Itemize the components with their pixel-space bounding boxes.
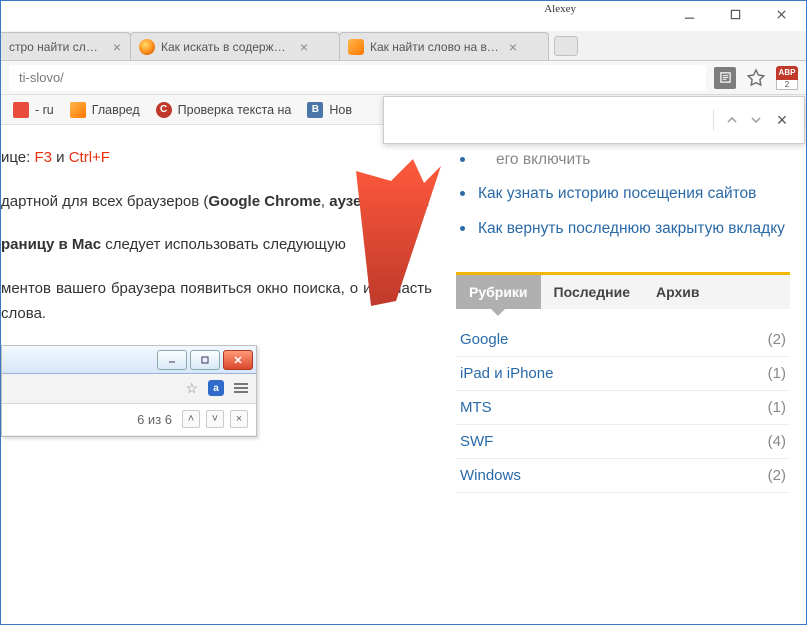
site-favicon — [348, 39, 364, 55]
sidebar-tab-archive[interactable]: Архив — [643, 275, 712, 309]
browser-tab[interactable]: стро найти сло… × — [1, 32, 131, 60]
category-list: Google (2) iPad и iPhone (1) MTS (1) SWF (4)… — [456, 309, 790, 493]
window-minimize-button[interactable] — [666, 1, 712, 27]
adblock-icon[interactable]: ABP 2 — [776, 66, 798, 90]
mini-star-icon: ☆ — [185, 380, 198, 397]
sidebar-tab-rubrics[interactable]: Рубрики — [456, 275, 541, 309]
bookmark-label: Нов — [329, 103, 352, 117]
bookmark-label: Главред — [92, 103, 140, 117]
mini-minimize-icon — [157, 350, 187, 370]
tab-title: Как искать в содержи… — [161, 40, 291, 54]
category-count: (4) — [768, 433, 786, 450]
tab-title: Как найти слово на ве… — [370, 40, 500, 54]
category-link[interactable]: Windows — [460, 467, 521, 484]
bookmark-item[interactable]: Главред — [64, 99, 146, 121]
abp-label: ABP — [776, 66, 798, 80]
url-input[interactable]: ti-slovo/ — [9, 65, 706, 91]
mini-find-next-icon: ˅ — [206, 410, 224, 428]
address-bar: ti-slovo/ ABP 2 — [1, 61, 806, 95]
bookmark-star-icon[interactable] — [746, 68, 766, 88]
bookmark-label: Проверка текста на — [178, 103, 292, 117]
related-links-list: его включить Как узнать историю посещени… — [456, 143, 790, 246]
tab-title: стро найти сло… — [9, 40, 104, 54]
mini-findbar: 6 из 6 ˄ ˅ × — [2, 404, 256, 436]
article-line: ице: F3 и Ctrl+F — [1, 145, 432, 171]
browser-tabstrip: стро найти сло… × Как искать в содержи… … — [1, 31, 806, 61]
separator — [713, 109, 714, 131]
bookmark-favicon — [70, 102, 86, 118]
window-close-button[interactable] — [758, 1, 804, 27]
category-item: Google (2) — [456, 323, 790, 357]
article-line: дартной для всех браузеров (Google Chrom… — [1, 189, 432, 215]
sidebar-tabs-widget: Рубрики Последние Архив Google (2) iPad и… — [456, 272, 790, 493]
abp-badge-count: 2 — [776, 80, 798, 90]
category-link[interactable]: SWF — [460, 433, 493, 450]
related-link-item: Как вернуть последнюю закрытую вкладку — [456, 212, 790, 246]
find-next-button[interactable] — [744, 108, 768, 132]
mini-window-titlebar — [2, 346, 256, 374]
related-link[interactable]: Как вернуть последнюю закрытую вкладку — [478, 220, 785, 237]
browser-tab[interactable]: Как искать в содержи… × — [130, 32, 340, 60]
bookmark-item[interactable]: - ru — [7, 99, 60, 121]
profile-user-label[interactable]: Alexey — [544, 1, 576, 15]
related-link[interactable]: Как узнать историю посещения сайтов — [478, 185, 756, 202]
sidebar-tab-recent[interactable]: Последние — [541, 275, 643, 309]
article-line: ментов вашего браузера появиться окно по… — [1, 276, 432, 327]
category-item: iPad и iPhone (1) — [456, 357, 790, 391]
window-maximize-button[interactable] — [712, 1, 758, 27]
bookmark-favicon: B — [307, 102, 323, 118]
window-titlebar: Alexey — [1, 1, 806, 31]
category-link[interactable]: iPad и iPhone — [460, 365, 553, 382]
article-main: ице: F3 и Ctrl+F дартной для всех браузе… — [1, 125, 444, 624]
mini-find-prev-icon: ˄ — [182, 410, 200, 428]
page-content: ице: F3 и Ctrl+F дартной для всех браузе… — [1, 125, 806, 624]
reader-mode-icon[interactable] — [714, 67, 736, 89]
bookmark-item[interactable]: B Нов — [301, 99, 358, 121]
find-in-page-bar: × — [383, 96, 805, 144]
tab-close-icon[interactable]: × — [110, 40, 124, 54]
url-text: ti-slovo/ — [19, 70, 64, 85]
category-link[interactable]: Google — [460, 331, 508, 348]
sidebar-tabs-header: Рубрики Последние Архив — [456, 275, 790, 309]
mini-extension-icon: a — [208, 380, 224, 396]
article-line: раницу в Mac следует использовать следую… — [1, 232, 432, 258]
category-count: (1) — [768, 399, 786, 416]
embedded-screenshot: ☆ a 6 из 6 ˄ ˅ × — [1, 345, 257, 437]
category-count: (2) — [768, 467, 786, 484]
bookmark-favicon: C — [156, 102, 172, 118]
tab-close-icon[interactable]: × — [506, 40, 520, 54]
related-link-item: Как узнать историю посещения сайтов — [456, 177, 790, 211]
new-tab-button[interactable] — [554, 36, 578, 56]
tab-close-icon[interactable]: × — [297, 40, 311, 54]
sidebar-cut-text: его включить — [456, 143, 790, 177]
find-prev-button[interactable] — [720, 108, 744, 132]
firefox-icon — [139, 39, 155, 55]
category-item: MTS (1) — [456, 391, 790, 425]
bookmark-label: - ru — [35, 103, 54, 117]
mini-maximize-icon — [190, 350, 220, 370]
browser-tab[interactable]: Как найти слово на ве… × — [339, 32, 549, 60]
sidebar: его включить Как узнать историю посещени… — [444, 125, 806, 624]
category-link[interactable]: MTS — [460, 399, 492, 416]
category-count: (2) — [768, 331, 786, 348]
find-close-button[interactable]: × — [768, 108, 796, 132]
mini-close-icon — [223, 350, 253, 370]
mini-hamburger-icon — [234, 383, 248, 393]
find-input[interactable] — [398, 112, 707, 128]
bookmark-favicon — [13, 102, 29, 118]
mini-find-count: 6 из 6 — [137, 412, 172, 427]
mini-find-close-icon: × — [230, 410, 248, 428]
category-item: Windows (2) — [456, 459, 790, 493]
category-count: (1) — [768, 365, 786, 382]
mini-address-bar: ☆ a — [2, 374, 256, 404]
category-item: SWF (4) — [456, 425, 790, 459]
bookmark-item[interactable]: C Проверка текста на — [150, 99, 298, 121]
